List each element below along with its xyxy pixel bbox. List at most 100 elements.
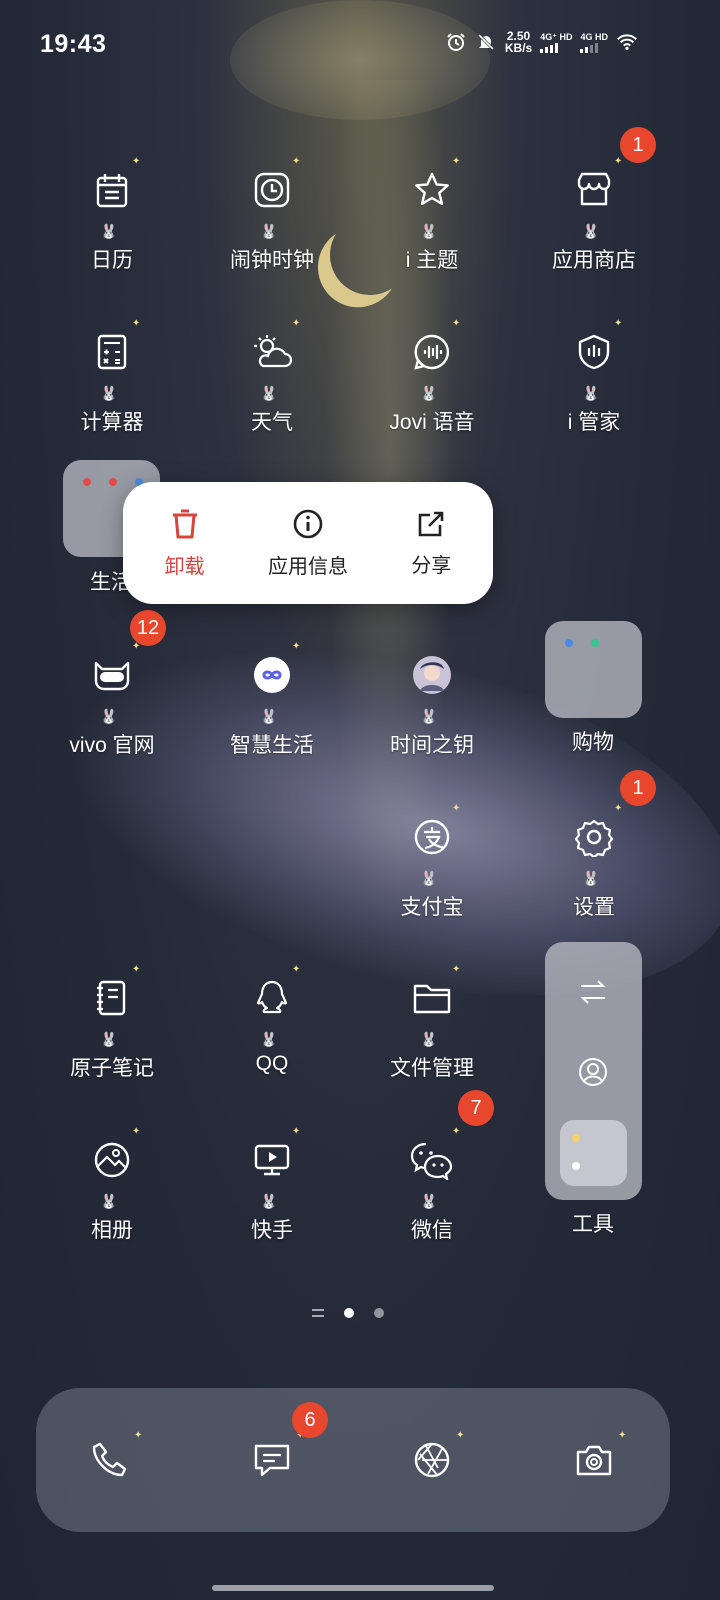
dock-browser[interactable]: ✦	[392, 1420, 472, 1500]
sparkle-icon: ✦	[292, 641, 301, 652]
app-theme[interactable]: ✦ 🐰 i 主题	[362, 150, 502, 280]
app-calculator[interactable]: ✦ 🐰 计算器	[42, 312, 182, 442]
transfer-arrows-icon	[580, 980, 606, 1004]
voice-wave-icon: ✦ 🐰	[402, 318, 462, 401]
home-gesture-bar[interactable]	[212, 1585, 494, 1591]
sim2-label: 4G HD	[580, 31, 608, 42]
app-wechat[interactable]: ✦ 🐰 微信	[362, 1120, 502, 1250]
sparkle-icon: ✦	[452, 156, 461, 167]
uninstall-button[interactable]: 卸载	[130, 508, 240, 579]
bunny-sticker-icon: 🐰	[100, 1031, 118, 1047]
bunny-sticker-icon: 🐰	[420, 1031, 438, 1047]
dock-phone[interactable]: ✦	[70, 1420, 150, 1500]
app-imanager[interactable]: ✦ 🐰 i 管家	[524, 312, 664, 442]
clock-icon: ✦ 🐰	[242, 156, 302, 239]
bunny-sticker-icon: 🐰	[100, 1193, 118, 1209]
share-icon	[419, 511, 444, 536]
app-notes[interactable]: ✦ 🐰 原子笔记	[42, 958, 182, 1088]
app-vivo[interactable]: ✦ 🐰 vivo 官网	[42, 635, 182, 765]
weather-icon: ✦ 🐰	[242, 318, 302, 401]
app-label: 原子笔记	[70, 1057, 154, 1080]
app-clock[interactable]: ✦ 🐰 闹钟时钟	[202, 150, 342, 280]
sparkle-icon: ✦	[452, 964, 461, 975]
user-circle-icon	[579, 1058, 607, 1086]
trash-icon	[172, 509, 197, 538]
messages-badge: 6	[292, 1402, 328, 1438]
calendar-icon: ✦ 🐰	[82, 156, 142, 239]
calculator-icon: ✦ 🐰	[82, 318, 142, 401]
bunny-sticker-icon: 🐰	[100, 223, 118, 239]
bunny-sticker-icon: 🐰	[260, 1031, 278, 1047]
app-appstore[interactable]: ✦ 🐰 应用商店	[524, 150, 664, 280]
sim1-label: 4G⁺ HD	[540, 31, 573, 42]
gear-icon: ✦ 🐰	[564, 803, 624, 886]
app-calendar[interactable]: ✦ 🐰 日历	[42, 150, 182, 280]
uninstall-label: 卸载	[164, 555, 205, 578]
app-jovi[interactable]: ✦ 🐰 Jovi 语音	[362, 312, 502, 442]
app-smartlife[interactable]: ✦ 🐰 智慧生活	[202, 635, 342, 765]
page-indicator-menu-icon	[312, 1309, 324, 1317]
folder-shopping-label: 购物	[572, 731, 614, 754]
folder-mini-app-icon	[572, 1134, 580, 1142]
sparkle-icon: ✦	[614, 156, 623, 167]
app-alipay[interactable]: ✦ 🐰 支付宝	[362, 797, 502, 927]
app-label: 文件管理	[390, 1057, 474, 1080]
app-weather[interactable]: ✦ 🐰 天气	[202, 312, 342, 442]
wechat-badge: 7	[458, 1090, 494, 1126]
app-album[interactable]: ✦ 🐰 相册	[42, 1120, 182, 1250]
dock-camera[interactable]: ✦	[554, 1420, 634, 1500]
network-speed: 2.50 KB/s	[505, 30, 532, 54]
folder-mini-app-icon	[572, 1162, 580, 1170]
app-kuaishou[interactable]: ✦ 🐰 快手	[202, 1120, 342, 1250]
wifi-icon	[616, 31, 638, 53]
sparkle-icon: ✦	[292, 964, 301, 975]
sim2-bars-icon	[580, 42, 599, 53]
bunny-sticker-icon: 🐰	[420, 870, 438, 886]
tools-subfolder[interactable]	[560, 1120, 627, 1186]
sparkle-icon: ✦	[456, 1430, 465, 1441]
bunny-sticker-icon: 🐰	[100, 708, 118, 724]
shield-icon: ✦ 🐰	[564, 318, 624, 401]
info-icon	[293, 509, 323, 538]
folder-shopping[interactable]	[545, 621, 642, 718]
app-label: 闹钟时钟	[230, 249, 314, 272]
bunny-sticker-icon: 🐰	[260, 223, 278, 239]
bunny-sticker-icon: 🐰	[582, 870, 600, 886]
bunny-sticker-icon: 🐰	[260, 385, 278, 401]
sim1-bars-icon	[540, 42, 559, 53]
sim2-signal: 4G HD	[580, 32, 608, 53]
app-timekey[interactable]: 🐰 时间之钥	[362, 635, 502, 765]
app-label: 应用商店	[552, 249, 636, 272]
sparkle-icon: ✦	[614, 803, 623, 814]
dock: ✦ ✦ ✦ ✦	[36, 1388, 670, 1532]
sparkle-icon: ✦	[132, 964, 141, 975]
appstore-badge: 1	[620, 127, 656, 163]
app-label: 智慧生活	[230, 734, 314, 757]
share-button[interactable]: 分享	[376, 509, 486, 578]
wechat-icon: ✦ 🐰	[402, 1126, 462, 1209]
folder-tools[interactable]	[545, 942, 642, 1200]
sim1-signal: 4G⁺ HD	[540, 32, 572, 53]
app-qq[interactable]: ✦ 🐰 QQ	[202, 958, 342, 1088]
aperture-icon	[414, 1442, 450, 1478]
app-label: 支付宝	[400, 896, 464, 919]
app-info-button[interactable]: 应用信息	[253, 508, 363, 579]
video-player-icon: ✦ 🐰	[242, 1126, 302, 1209]
app-label: QQ	[255, 1052, 289, 1075]
bunny-sticker-icon: 🐰	[420, 708, 438, 724]
network-speed-unit: KB/s	[504, 41, 533, 55]
sparkle-icon: ✦	[452, 1126, 461, 1137]
app-label: 天气	[251, 411, 293, 434]
page-indicator[interactable]	[312, 1308, 384, 1318]
app-label: 时间之钥	[390, 734, 474, 757]
app-settings[interactable]: ✦ 🐰 设置	[524, 797, 664, 927]
app-files[interactable]: ✦ 🐰 文件管理	[362, 958, 502, 1088]
bunny-sticker-icon: 🐰	[420, 223, 438, 239]
page-dot	[374, 1308, 384, 1318]
page-dot-current	[344, 1308, 354, 1318]
folder-mini-app-icon	[565, 639, 573, 647]
app-label: i 管家	[567, 411, 621, 434]
sparkle-icon: ✦	[132, 156, 141, 167]
app-label: 设置	[573, 896, 615, 919]
app-label: Jovi 语音	[389, 411, 475, 434]
